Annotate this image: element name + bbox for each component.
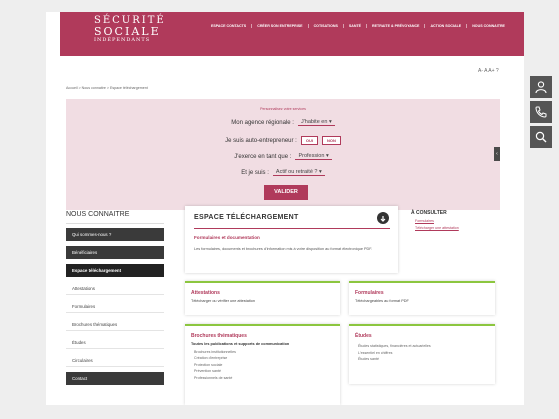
- sidebar-item-etudes[interactable]: Études: [66, 336, 164, 349]
- sidebar-item-attestations[interactable]: Attestations: [66, 282, 164, 295]
- breadcrumb[interactable]: Accueil > Nous connaitre > Espace téléch…: [66, 86, 148, 90]
- status-label: Et je suis :: [241, 169, 269, 176]
- profile-finder-panel: Personnalisez votre services Mon agence …: [66, 99, 500, 210]
- card-title: Attestations: [191, 290, 220, 296]
- download-icon[interactable]: [377, 212, 389, 224]
- section-subtitle: Formulaires et documentation: [194, 235, 260, 240]
- list-item[interactable]: Études santé: [355, 357, 489, 361]
- aside-title: À CONSULTER: [411, 210, 447, 216]
- profession-label: J'exerce en tant que :: [234, 153, 292, 160]
- card-description: Toutes les publications et supports de c…: [191, 342, 290, 346]
- sidebar-item-qui-sommes-nous[interactable]: Qui sommes-nous ?: [66, 228, 164, 241]
- section-description: Les formulaires, documents et brochures …: [194, 247, 373, 251]
- card-title: Brochures thématiques: [191, 333, 247, 339]
- nav-item-retraite[interactable]: RETRAITE & PRÉVOYANCE: [367, 24, 426, 28]
- aside-consulter: À CONSULTER Formulaires Télécharger une …: [411, 210, 483, 230]
- nav-item-espace-contacts[interactable]: ESPACE CONTACTS: [206, 24, 253, 28]
- text-size-tools[interactable]: A- A A+ ?: [478, 68, 499, 74]
- list-item[interactable]: Brochures institutionnelles: [191, 350, 334, 354]
- logo-line-3: INDÉPENDANTS: [94, 37, 151, 43]
- profession-select-value: Profession: [298, 153, 325, 159]
- sidebar-item-contact[interactable]: Contact: [66, 372, 164, 385]
- main-nav: ESPACE CONTACTS CRÉER SON ENTREPRISE COT…: [206, 24, 510, 28]
- card-etudes[interactable]: Études Études statistiques, financières …: [349, 324, 495, 384]
- chevron-left-icon[interactable]: ‹: [494, 147, 500, 161]
- user-icon[interactable]: [530, 76, 552, 98]
- sidebar-item-beneficiaires[interactable]: Bénéficiaires: [66, 246, 164, 259]
- list-item[interactable]: Création d'entreprise: [191, 356, 334, 360]
- list-item[interactable]: Études statistiques, financières et actu…: [355, 344, 489, 348]
- profession-select[interactable]: Profession ▾: [295, 153, 332, 160]
- page-title: ESPACE TÉLÉCHARGEMENT: [194, 214, 299, 221]
- chevron-down-icon: ▾: [325, 153, 329, 159]
- no-button[interactable]: NON: [321, 136, 341, 145]
- main-content-card: ESPACE TÉLÉCHARGEMENT Formulaires et doc…: [185, 206, 398, 273]
- sidebar-item-brochures[interactable]: Brochures thématiques: [66, 318, 164, 331]
- agency-select-value: J'habite en: [300, 119, 328, 125]
- sidebar: NOUS CONNAITRE Qui sommes-nous ? Bénéfic…: [66, 210, 164, 390]
- floating-tools: [530, 76, 552, 151]
- status-select[interactable]: Actif ou retraité ? ▾: [272, 169, 325, 176]
- list-item[interactable]: Prévention santé: [191, 369, 334, 373]
- validate-button[interactable]: VALIDER: [264, 185, 308, 200]
- agency-select[interactable]: J'habite en ▾: [297, 119, 335, 126]
- card-description: Télécharger ou vérifier une attestation: [191, 299, 255, 303]
- sidebar-item-circulaires[interactable]: Circulaires: [66, 354, 164, 367]
- card-description: Téléchargeables au format PDF: [355, 299, 409, 303]
- agency-row: Mon agence régionale : J'habite en ▾: [66, 119, 500, 126]
- finder-hint: Personnalisez votre services: [260, 107, 306, 111]
- search-icon[interactable]: [530, 126, 552, 148]
- nav-item-creer-entreprise[interactable]: CRÉER SON ENTREPRISE: [252, 24, 309, 28]
- yes-button[interactable]: OUI: [300, 136, 318, 145]
- chevron-down-icon: ▾: [319, 169, 322, 175]
- nav-item-nous-connaitre[interactable]: NOUS CONNAITRE: [467, 24, 510, 28]
- auto-entrepreneur-row: Je suis auto-entrepreneur : OUI NON: [66, 136, 500, 145]
- list-item[interactable]: Protection sociale: [191, 363, 334, 367]
- card-brochures[interactable]: Brochures thématiques Toutes les publica…: [185, 324, 340, 405]
- card-attestations[interactable]: Attestations Télécharger ou vérifier une…: [185, 281, 340, 315]
- agency-label: Mon agence régionale :: [231, 119, 294, 126]
- nav-item-sante[interactable]: SANTÉ: [344, 24, 368, 28]
- aside-link-formulaires[interactable]: Formulaires: [411, 219, 483, 223]
- status-row: Et je suis : Actif ou retraité ? ▾: [66, 169, 500, 176]
- title-divider: [194, 228, 390, 229]
- profession-row: J'exerce en tant que : Profession ▾: [66, 153, 500, 160]
- phone-icon[interactable]: [530, 101, 552, 123]
- card-formulaires[interactable]: Formulaires Téléchargeables au format PD…: [349, 281, 495, 315]
- sidebar-item-espace-telechargement[interactable]: Espace téléchargement: [66, 264, 164, 277]
- nav-item-cotisations[interactable]: COTISATIONS: [309, 24, 344, 28]
- card-title: Études: [355, 333, 372, 339]
- list-item[interactable]: Professionnels de santé: [191, 376, 334, 380]
- sidebar-item-formulaires[interactable]: Formulaires: [66, 300, 164, 313]
- list-item[interactable]: L'essentiel en chiffres: [355, 351, 489, 355]
- site-header: SÉCURITÉ SOCIALE INDÉPENDANTS ESPACE CON…: [60, 12, 524, 56]
- nav-item-action-sociale[interactable]: ACTION SOCIALE: [425, 24, 468, 28]
- card-title: Formulaires: [355, 290, 384, 296]
- logo[interactable]: SÉCURITÉ SOCIALE INDÉPENDANTS: [94, 15, 172, 44]
- sidebar-title: NOUS CONNAITRE: [66, 210, 164, 224]
- chevron-down-icon: ▾: [328, 119, 332, 125]
- auto-entrepreneur-label: Je suis auto-entrepreneur :: [225, 137, 297, 144]
- logo-line-2: SOCIALE: [94, 25, 161, 38]
- aside-link-attestation[interactable]: Télécharger une attestation: [411, 226, 483, 230]
- page: SÉCURITÉ SOCIALE INDÉPENDANTS ESPACE CON…: [46, 12, 524, 405]
- status-select-value: Actif ou retraité ?: [275, 169, 318, 175]
